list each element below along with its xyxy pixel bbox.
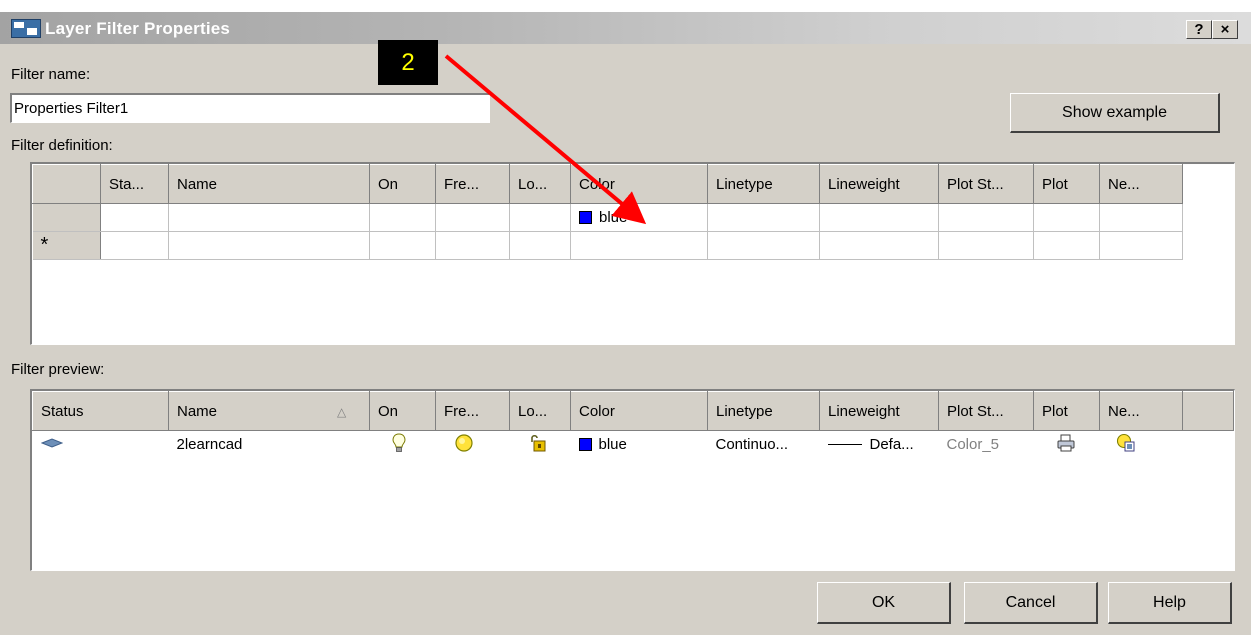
red-arrow-line: [444, 54, 647, 225]
annotation-arrow: [444, 54, 647, 225]
